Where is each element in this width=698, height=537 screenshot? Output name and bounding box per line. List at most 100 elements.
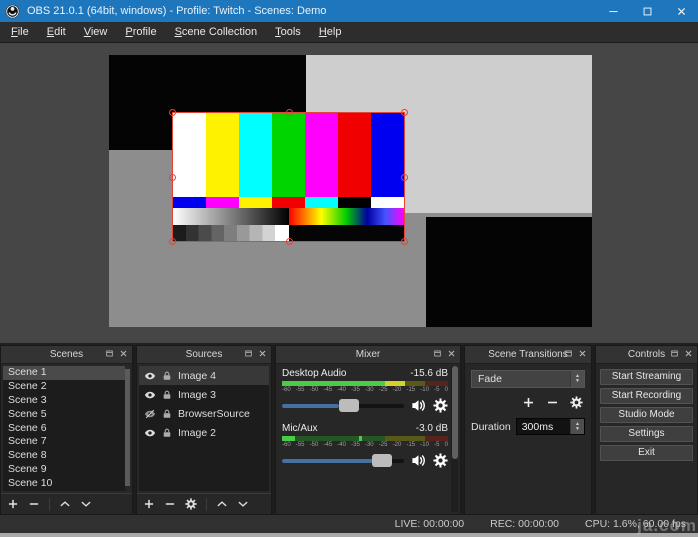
scene-list-item[interactable]: Scene 8 bbox=[3, 449, 130, 463]
scenes-toolbar bbox=[1, 493, 132, 514]
resize-handle-top-left[interactable] bbox=[169, 109, 176, 116]
scene-list-item[interactable]: Scene 2 bbox=[3, 380, 130, 394]
remove-transition-button[interactable] bbox=[546, 396, 559, 409]
resize-handle-bottom-left[interactable] bbox=[169, 238, 176, 245]
source-name: Image 3 bbox=[178, 389, 216, 401]
resize-handle-top-center[interactable] bbox=[286, 109, 293, 116]
duration-spinbox[interactable]: 300ms ▲▼ bbox=[516, 418, 585, 435]
scene-list-item[interactable]: Scene 7 bbox=[3, 435, 130, 449]
menu-help[interactable]: Help bbox=[310, 23, 351, 41]
menu-file[interactable]: File bbox=[2, 23, 38, 41]
scene-list-item[interactable]: Scene 1 bbox=[3, 366, 130, 380]
add-source-button[interactable] bbox=[143, 498, 155, 510]
source-list-item[interactable]: Image 3 bbox=[139, 385, 269, 404]
move-scene-down-button[interactable] bbox=[80, 498, 92, 510]
resize-handle-mid-right[interactable] bbox=[401, 174, 408, 181]
scenes-panel-titlebar: Scenes bbox=[1, 346, 132, 364]
resize-handle-bottom-right[interactable] bbox=[401, 238, 408, 245]
start-recording-button[interactable]: Start Recording bbox=[600, 388, 693, 404]
minimize-button[interactable] bbox=[596, 0, 630, 22]
close-button[interactable] bbox=[664, 0, 698, 22]
volume-slider[interactable] bbox=[282, 459, 404, 463]
transition-select[interactable]: Fade ▲▼ bbox=[471, 370, 585, 388]
controls-panel: Controls Start Streaming Start Recording… bbox=[595, 345, 698, 515]
mixer-scrollbar[interactable] bbox=[451, 366, 458, 512]
live-time: LIVE: 00:00:00 bbox=[395, 518, 464, 530]
transition-buttons bbox=[473, 396, 583, 409]
menu-tools[interactable]: Tools bbox=[266, 23, 310, 41]
source-list-item[interactable]: Image 4 bbox=[139, 366, 269, 385]
channel-settings-gear-icon[interactable] bbox=[433, 398, 448, 413]
resize-handle-bottom-center[interactable] bbox=[286, 238, 293, 245]
source-name: BrowserSource bbox=[178, 408, 250, 420]
sources-panel: Sources Image 4 Image 3 bbox=[136, 345, 272, 515]
title-bar: OBS 21.0.1 (64bit, windows) - Profile: T… bbox=[0, 0, 698, 22]
resize-handle-mid-left[interactable] bbox=[169, 174, 176, 181]
dock-area: Scenes Scene 1 Scene 2 Scene 3 Scene 5 S… bbox=[0, 345, 698, 515]
scenes-scrollbar[interactable] bbox=[125, 366, 130, 491]
scene-list-item[interactable]: Scene 10 bbox=[3, 477, 130, 491]
lock-icon[interactable] bbox=[161, 408, 173, 420]
remove-scene-button[interactable] bbox=[28, 498, 40, 510]
spinbox-spinner-icon[interactable]: ▲▼ bbox=[570, 419, 584, 434]
visibility-eye-icon[interactable] bbox=[144, 427, 156, 439]
float-panel-icon[interactable] bbox=[244, 349, 253, 358]
float-panel-icon[interactable] bbox=[670, 349, 679, 358]
close-panel-icon[interactable] bbox=[578, 349, 587, 358]
mute-speaker-icon[interactable] bbox=[411, 398, 426, 413]
close-panel-icon[interactable] bbox=[258, 349, 267, 358]
move-source-down-button[interactable] bbox=[237, 498, 249, 510]
float-panel-icon[interactable] bbox=[564, 349, 573, 358]
menu-view[interactable]: View bbox=[75, 23, 117, 41]
channel-level-db: -3.0 dB bbox=[416, 423, 448, 434]
transition-properties-gear-button[interactable] bbox=[570, 396, 583, 409]
visibility-eye-off-icon[interactable] bbox=[144, 408, 156, 420]
start-streaming-button[interactable]: Start Streaming bbox=[600, 369, 693, 385]
obs-logo-icon bbox=[5, 4, 20, 19]
visibility-eye-icon[interactable] bbox=[144, 389, 156, 401]
scene-list-item[interactable]: Scene 5 bbox=[3, 408, 130, 422]
resize-handle-top-right[interactable] bbox=[401, 109, 408, 116]
volume-slider-handle[interactable] bbox=[339, 399, 359, 412]
close-panel-icon[interactable] bbox=[447, 349, 456, 358]
scene-list-item[interactable]: Scene 6 bbox=[3, 422, 130, 436]
exit-button[interactable]: Exit bbox=[600, 445, 693, 461]
studio-mode-button[interactable]: Studio Mode bbox=[600, 407, 693, 423]
scene-canvas[interactable] bbox=[109, 55, 592, 327]
channel-settings-gear-icon[interactable] bbox=[433, 453, 448, 468]
selected-source-test-pattern[interactable] bbox=[172, 112, 405, 242]
mixer-body: Desktop Audio -15.6 dB -60-55-50-45-40-3… bbox=[276, 364, 460, 514]
visibility-eye-icon[interactable] bbox=[144, 370, 156, 382]
move-scene-up-button[interactable] bbox=[59, 498, 71, 510]
maximize-button[interactable] bbox=[630, 0, 664, 22]
source-properties-gear-button[interactable] bbox=[185, 498, 197, 510]
mute-speaker-icon[interactable] bbox=[411, 453, 426, 468]
window-bottom-edge bbox=[0, 533, 698, 537]
menu-edit[interactable]: Edit bbox=[38, 23, 75, 41]
close-panel-icon[interactable] bbox=[119, 349, 128, 358]
menu-profile[interactable]: Profile bbox=[116, 23, 165, 41]
mixer-channel-mic-aux: Mic/Aux -3.0 dB -60-55-50-45-40-35-30-25… bbox=[282, 423, 448, 468]
menu-scene-collection[interactable]: Scene Collection bbox=[166, 23, 267, 41]
add-transition-button[interactable] bbox=[522, 396, 535, 409]
settings-button[interactable]: Settings bbox=[600, 426, 693, 442]
duration-label: Duration bbox=[471, 421, 511, 433]
minimize-icon bbox=[608, 6, 619, 17]
add-scene-button[interactable] bbox=[7, 498, 19, 510]
remove-source-button[interactable] bbox=[164, 498, 176, 510]
lock-icon[interactable] bbox=[161, 427, 173, 439]
volume-slider[interactable] bbox=[282, 404, 404, 408]
source-black-rect-bottom-right[interactable] bbox=[426, 217, 592, 327]
lock-icon[interactable] bbox=[161, 389, 173, 401]
dropdown-spinner-icon[interactable]: ▲▼ bbox=[570, 371, 584, 387]
volume-slider-handle[interactable] bbox=[372, 454, 392, 467]
close-panel-icon[interactable] bbox=[684, 349, 693, 358]
lock-icon[interactable] bbox=[161, 370, 173, 382]
source-list-item[interactable]: BrowserSource bbox=[139, 404, 269, 423]
float-panel-icon[interactable] bbox=[105, 349, 114, 358]
scene-list-item[interactable]: Scene 3 bbox=[3, 394, 130, 408]
scene-list-item[interactable]: Scene 9 bbox=[3, 463, 130, 477]
float-panel-icon[interactable] bbox=[433, 349, 442, 358]
move-source-up-button[interactable] bbox=[216, 498, 228, 510]
source-list-item[interactable]: Image 2 bbox=[139, 423, 269, 442]
